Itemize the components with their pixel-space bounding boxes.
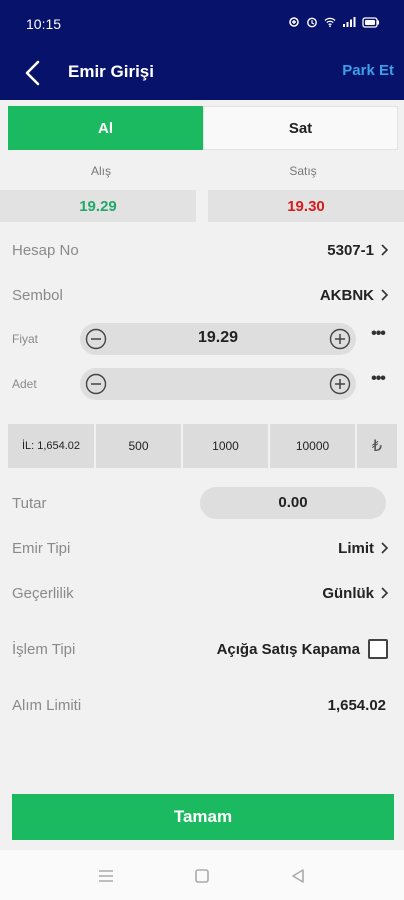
signal-icon (343, 17, 356, 27)
bid-price[interactable]: 19.29 (0, 190, 196, 222)
validity-label: Geçerlilik (12, 584, 74, 602)
qty-500-button[interactable]: 500 (96, 424, 181, 468)
symbol-value: AKBNK (319, 286, 374, 304)
data-saver-icon (289, 17, 299, 27)
currency-toggle-button[interactable]: ₺ (357, 424, 397, 468)
ask-label: Satış (289, 164, 317, 178)
order-side-tabs: Al Sat (8, 106, 398, 150)
account-label: Hesap No (12, 241, 79, 259)
chevron-right-icon (381, 244, 389, 256)
park-button[interactable]: Park Et (342, 62, 394, 79)
home-icon[interactable] (192, 866, 212, 886)
chevron-right-icon (381, 289, 389, 301)
price-input[interactable]: 19.29 (110, 329, 326, 347)
order-type-label: Emir Tipi (12, 539, 71, 557)
battery-icon (362, 16, 379, 28)
app-bar: Emir Girişi Park Et (0, 48, 404, 100)
account-value: 5307-1 (327, 241, 374, 259)
tab-buy[interactable]: Al (8, 106, 203, 150)
plus-circle-icon[interactable] (329, 373, 351, 395)
status-time: 10:15 (26, 16, 62, 32)
price-label: Fiyat (12, 332, 39, 346)
amount-label: Tutar (12, 494, 47, 512)
transaction-type-row: İşlem Tipi Açığa Satış Kapama (0, 629, 404, 669)
recents-icon[interactable] (96, 866, 116, 886)
symbol-label: Sembol (12, 286, 63, 304)
page-title: Emir Girişi (68, 62, 154, 81)
price-labels: Alış Satış (0, 164, 404, 178)
qty-10000-button[interactable]: 10000 (270, 424, 355, 468)
back-arrow-icon[interactable] (18, 58, 48, 88)
minus-circle-icon[interactable] (85, 328, 107, 350)
bid-label: Alış (90, 164, 111, 178)
transaction-type-label: İşlem Tipi (12, 640, 76, 658)
quantity-more-button[interactable]: ••• (368, 368, 388, 400)
short-sale-close-label: Açığa Satış Kapama (216, 640, 360, 658)
ask-price[interactable]: 19.30 (208, 190, 404, 222)
chevron-right-icon (381, 542, 389, 554)
quantity-label: Adet (12, 377, 37, 391)
status-icons (288, 16, 380, 28)
plus-circle-icon[interactable] (329, 328, 351, 350)
price-more-button[interactable]: ••• (368, 323, 388, 355)
alarm-icon (307, 17, 317, 28)
validity-row[interactable]: Geçerlilik Günlük (0, 573, 404, 613)
quantity-row: Adet ••• (0, 364, 404, 404)
validity-value: Günlük (322, 584, 374, 602)
quick-quantity-bar: İL: 1,654.02 500 1000 10000 ₺ (8, 424, 398, 468)
symbol-row[interactable]: Sembol AKBNK (0, 275, 404, 315)
order-type-row[interactable]: Emir Tipi Limit (0, 528, 404, 568)
qty-1000-button[interactable]: 1000 (183, 424, 268, 468)
limit-quantity-button[interactable]: İL: 1,654.02 (8, 424, 94, 468)
price-boxes: 19.29 19.30 (0, 190, 404, 222)
order-type-value: Limit (338, 539, 374, 557)
account-row[interactable]: Hesap No 5307-1 (0, 230, 404, 270)
system-nav-bar (0, 850, 404, 900)
minus-circle-icon[interactable] (85, 373, 107, 395)
status-bar: 10:15 (0, 0, 404, 48)
short-sale-close-checkbox[interactable] (368, 639, 388, 659)
price-stepper[interactable]: 19.29 (80, 323, 356, 355)
quantity-stepper[interactable] (80, 368, 356, 400)
chevron-right-icon (381, 587, 389, 599)
tab-sell[interactable]: Sat (203, 106, 398, 150)
confirm-button[interactable]: Tamam (12, 794, 394, 840)
buy-limit-value: 1,654.02 (327, 696, 386, 714)
buy-limit-row: Alım Limiti 1,654.02 (0, 685, 404, 725)
wifi-icon (324, 17, 336, 28)
price-row: Fiyat 19.29 ••• (0, 319, 404, 359)
amount-field[interactable]: 0.00 (200, 487, 386, 519)
buy-limit-label: Alım Limiti (12, 696, 82, 714)
back-icon[interactable] (288, 866, 308, 886)
